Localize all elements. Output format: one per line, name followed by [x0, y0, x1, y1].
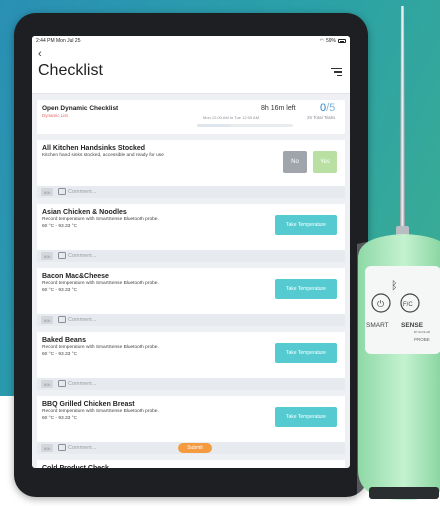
- bluetooth-icon: ᛒ: [391, 279, 398, 292]
- probe-needle: [400, 6, 405, 232]
- total-count: /5: [326, 102, 336, 114]
- task-footer: N/A Comment...: [37, 314, 345, 326]
- na-button[interactable]: N/A: [41, 316, 53, 324]
- na-button[interactable]: N/A: [41, 188, 53, 196]
- comment-input[interactable]: Comment...: [68, 189, 96, 195]
- nav-bar: ‹ Checklist: [32, 46, 350, 94]
- na-button[interactable]: N/A: [41, 380, 53, 388]
- filter-icon[interactable]: [331, 68, 342, 78]
- task-card: Cold Product Check All cold product is c…: [37, 460, 345, 468]
- checklist-name: Open Dynamic Checklist: [42, 105, 119, 112]
- task-list: All Kitchen Handsinks Stocked Kitchen ha…: [32, 140, 350, 468]
- fc-button: [400, 293, 420, 313]
- task-body: All Kitchen Handsinks Stocked Kitchen ha…: [37, 140, 345, 186]
- app-screen: 2:44 PM Mon Jul 25 ◠ 59% ‹ Checklist Ope…: [32, 36, 350, 468]
- task-footer: N/A Comment...: [37, 250, 345, 262]
- comment-input[interactable]: Comment...: [68, 381, 96, 387]
- task-footer: N/A Comment...: [37, 186, 345, 198]
- take-temperature-button[interactable]: Take Temperature: [275, 215, 337, 235]
- comment-icon[interactable]: [58, 444, 66, 451]
- time-range: Mon 12:00 AM to Tue 12:00 AM: [203, 115, 260, 120]
- take-temperature-button[interactable]: Take Temperature: [275, 343, 337, 363]
- probe-type-label: PROBE: [414, 337, 430, 342]
- comment-input[interactable]: Comment...: [68, 317, 96, 323]
- progress-fill: [197, 124, 231, 127]
- brand-sub: BY ECOLAB: [414, 330, 430, 334]
- progress-bar: [197, 124, 293, 127]
- probe-face: [365, 266, 440, 354]
- status-time-date: 2:44 PM Mon Jul 25: [36, 38, 80, 44]
- battery-icon: [338, 39, 346, 43]
- take-temperature-button[interactable]: Take Temperature: [275, 407, 337, 427]
- completed-count: 0/5: [320, 102, 335, 114]
- status-time: 2:44 PM: [36, 38, 55, 44]
- task-card: Bacon Mac&Cheese Record temperature with…: [37, 268, 345, 326]
- task-body: Baked Beans Record temperature with Smar…: [37, 332, 345, 378]
- comment-icon[interactable]: [58, 380, 66, 387]
- yes-button[interactable]: Yes: [313, 151, 337, 173]
- status-date: Mon Jul 25: [56, 38, 81, 44]
- checklist-summary[interactable]: Open Dynamic Checklist Dynamic List 8h 1…: [37, 100, 345, 134]
- comment-input[interactable]: Comment...: [68, 445, 96, 451]
- page-title: Checklist: [38, 62, 103, 79]
- task-body: Asian Chicken & Noodles Record temperatu…: [37, 204, 345, 250]
- task-card: All Kitchen Handsinks Stocked Kitchen ha…: [37, 140, 345, 198]
- brand-smart: SMART: [366, 322, 389, 329]
- battery-percent: 59%: [325, 38, 336, 44]
- power-icon: ⏻: [377, 299, 384, 310]
- take-temperature-button[interactable]: Take Temperature: [275, 279, 337, 299]
- na-button[interactable]: N/A: [41, 252, 53, 260]
- na-button[interactable]: N/A: [41, 444, 53, 452]
- wifi-icon: ◠: [319, 38, 324, 44]
- brand-sense: SENSE: [401, 322, 424, 329]
- comment-icon[interactable]: [58, 188, 66, 195]
- probe-collar: [396, 226, 409, 236]
- task-card: Baked Beans Record temperature with Smar…: [37, 332, 345, 390]
- no-button[interactable]: No: [283, 151, 307, 173]
- time-left: 8h 16m left: [261, 105, 296, 112]
- task-body: Cold Product Check All cold product is c…: [37, 460, 345, 468]
- chevron-left-icon[interactable]: ‹: [38, 48, 42, 60]
- status-right: ◠ 59%: [320, 38, 346, 44]
- total-tasks: 25 Total Tasks: [307, 115, 336, 120]
- checklist-type: Dynamic List: [42, 113, 68, 118]
- fc-label: F/C: [403, 302, 413, 308]
- status-bar: 2:44 PM Mon Jul 25 ◠ 59%: [32, 36, 350, 46]
- task-body: BBQ Grilled Chicken Breast Record temper…: [37, 396, 345, 442]
- task-card: Asian Chicken & Noodles Record temperatu…: [37, 204, 345, 262]
- task-title: Cold Product Check: [42, 465, 340, 468]
- task-body: Bacon Mac&Cheese Record temperature with…: [37, 268, 345, 314]
- comment-icon[interactable]: [58, 252, 66, 259]
- comment-icon[interactable]: [58, 316, 66, 323]
- submit-button[interactable]: Submit: [178, 443, 212, 453]
- task-footer: N/A Comment...: [37, 378, 345, 390]
- power-button: [371, 293, 391, 313]
- comment-input[interactable]: Comment...: [68, 253, 96, 259]
